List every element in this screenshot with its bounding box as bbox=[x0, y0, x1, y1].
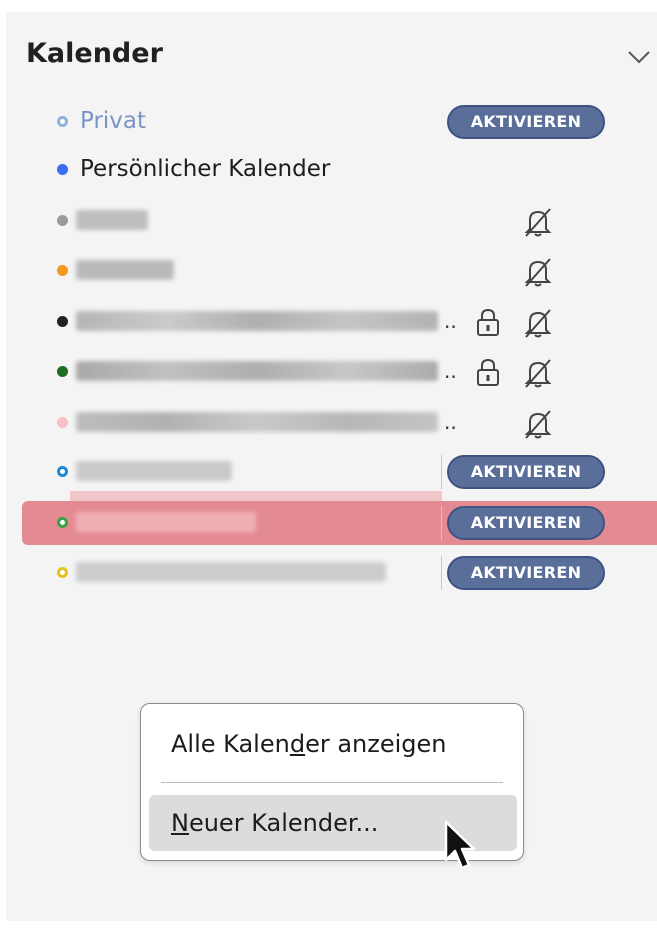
menu-separator bbox=[161, 782, 503, 783]
activate-button[interactable]: AKTIVIEREN bbox=[447, 105, 605, 139]
calendar-color-dot bbox=[57, 366, 68, 377]
calendar-color-dot bbox=[57, 265, 68, 276]
redacted-calendar-name bbox=[76, 461, 232, 481]
redacted-calendar-name bbox=[76, 361, 438, 381]
section-title: Kalender bbox=[26, 38, 163, 69]
truncation-ellipsis: .. bbox=[444, 309, 457, 333]
bell-muted-icon[interactable] bbox=[518, 205, 558, 239]
bell-muted-icon[interactable] bbox=[518, 306, 558, 340]
truncation-ellipsis: .. bbox=[444, 410, 457, 434]
truncation-ellipsis: .. bbox=[444, 359, 457, 383]
calendar-item[interactable] bbox=[0, 198, 657, 244]
redacted-calendar-name bbox=[76, 562, 386, 582]
calendar-item[interactable]: AKTIVIEREN bbox=[0, 449, 657, 495]
redacted-calendar-name bbox=[76, 260, 174, 280]
calendar-name: Persönlicher Kalender bbox=[80, 156, 331, 182]
chevron-down-icon[interactable] bbox=[625, 45, 653, 69]
calendar-item[interactable]: .. bbox=[0, 299, 657, 345]
calendar-color-dot bbox=[57, 417, 68, 428]
calendar-item[interactable] bbox=[0, 248, 657, 294]
calendar-item[interactable]: .. bbox=[0, 349, 657, 395]
bell-muted-icon[interactable] bbox=[518, 356, 558, 390]
redacted-calendar-name bbox=[76, 210, 148, 230]
bell-muted-icon[interactable] bbox=[518, 407, 558, 441]
calendar-item[interactable]: AKTIVIEREN bbox=[0, 550, 657, 596]
redacted-calendar-name bbox=[76, 412, 438, 432]
calendar-color-dot bbox=[57, 567, 68, 578]
calendar-color-dot bbox=[57, 215, 68, 226]
activate-button[interactable]: AKTIVIEREN bbox=[447, 506, 605, 540]
calendar-item[interactable]: .. bbox=[0, 400, 657, 446]
bell-muted-icon[interactable] bbox=[518, 255, 558, 289]
column-divider bbox=[441, 556, 442, 590]
column-divider bbox=[441, 506, 442, 540]
redacted-calendar-name bbox=[76, 512, 256, 532]
lock-icon bbox=[477, 308, 499, 336]
lock-icon bbox=[477, 358, 499, 386]
calendar-item-personal[interactable]: Persönlicher Kalender bbox=[0, 147, 657, 193]
activate-button[interactable]: AKTIVIEREN bbox=[447, 455, 605, 489]
calendar-name: Privat bbox=[80, 108, 147, 134]
calendar-item-selected[interactable]: AKTIVIEREN bbox=[0, 500, 657, 546]
calendar-color-dot bbox=[57, 316, 68, 327]
column-divider bbox=[441, 455, 442, 489]
mouse-pointer-icon bbox=[444, 820, 476, 870]
calendar-color-dot bbox=[57, 466, 68, 477]
calendar-color-dot bbox=[57, 116, 68, 127]
calendar-color-dot bbox=[57, 164, 68, 175]
redacted-calendar-name bbox=[76, 311, 438, 331]
activate-button[interactable]: AKTIVIEREN bbox=[447, 556, 605, 590]
calendar-color-dot bbox=[57, 517, 68, 528]
calendar-item-privat[interactable]: Privat AKTIVIEREN bbox=[0, 99, 657, 145]
menu-item-show-all-calendars[interactable]: Alle Kalender anzeigen bbox=[149, 716, 517, 772]
